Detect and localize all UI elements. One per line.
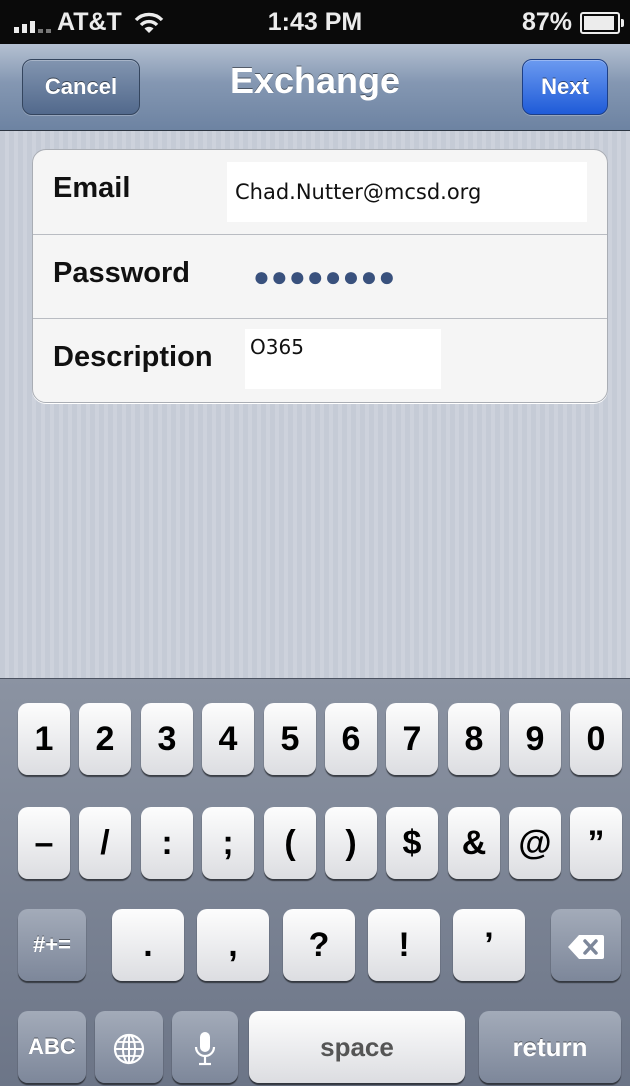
key-apostrophe[interactable]: ’	[453, 909, 525, 981]
return-key[interactable]: return	[479, 1011, 621, 1083]
globe-key[interactable]	[95, 1011, 163, 1083]
account-form: Email Chad.Nutter@mcsd.org Password ●●●●…	[32, 149, 608, 403]
key-4[interactable]: 4	[202, 703, 254, 775]
key-0[interactable]: 0	[570, 703, 622, 775]
key-close-paren[interactable]: )	[325, 807, 377, 879]
key-5[interactable]: 5	[264, 703, 316, 775]
delete-key[interactable]	[551, 909, 621, 981]
keyboard: 1 2 3 4 5 6 7 8 9 0 – / : ; ( ) $ & @ ” …	[0, 678, 630, 1086]
more-symbols-key[interactable]: #+=	[18, 909, 86, 981]
key-colon[interactable]: :	[141, 807, 193, 879]
key-ampersand[interactable]: &	[448, 807, 500, 879]
key-7[interactable]: 7	[386, 703, 438, 775]
delete-icon	[568, 935, 604, 960]
status-bar-right: 87%	[521, 8, 624, 37]
key-question[interactable]: ?	[283, 909, 355, 981]
microphone-icon	[194, 1032, 216, 1066]
status-bar: AT&T 1:43 PM 87%	[0, 0, 630, 44]
description-label: Description	[53, 341, 213, 373]
password-label: Password	[53, 257, 190, 289]
key-6[interactable]: 6	[325, 703, 377, 775]
key-semicolon[interactable]: ;	[202, 807, 254, 879]
email-label: Email	[53, 172, 131, 204]
abc-key[interactable]: ABC	[18, 1011, 86, 1083]
dictation-key[interactable]	[172, 1011, 238, 1083]
navigation-bar: Cancel Exchange Next	[0, 44, 630, 131]
description-field[interactable]: O365	[245, 329, 441, 389]
battery-percent: 87%	[521, 8, 572, 36]
key-slash[interactable]: /	[79, 807, 131, 879]
password-row[interactable]: Password ●●●●●●●●	[33, 234, 607, 319]
battery-icon	[580, 11, 624, 34]
email-row[interactable]: Email Chad.Nutter@mcsd.org	[33, 150, 607, 234]
key-1[interactable]: 1	[18, 703, 70, 775]
key-quote[interactable]: ”	[570, 807, 622, 879]
password-field[interactable]: ●●●●●●●●	[253, 261, 396, 293]
email-field[interactable]: Chad.Nutter@mcsd.org	[227, 162, 587, 222]
space-key[interactable]: space	[249, 1011, 465, 1083]
globe-icon	[113, 1033, 145, 1065]
key-9[interactable]: 9	[509, 703, 561, 775]
key-open-paren[interactable]: (	[264, 807, 316, 879]
key-exclamation[interactable]: !	[368, 909, 440, 981]
key-at[interactable]: @	[509, 807, 561, 879]
key-dash[interactable]: –	[18, 807, 70, 879]
key-comma[interactable]: ,	[197, 909, 269, 981]
next-button[interactable]: Next	[522, 59, 608, 115]
key-8[interactable]: 8	[448, 703, 500, 775]
account-form-area: Email Chad.Nutter@mcsd.org Password ●●●●…	[0, 131, 630, 678]
key-2[interactable]: 2	[79, 703, 131, 775]
key-period[interactable]: .	[112, 909, 184, 981]
key-dollar[interactable]: $	[386, 807, 438, 879]
description-row[interactable]: Description O365	[33, 318, 607, 402]
key-3[interactable]: 3	[141, 703, 193, 775]
